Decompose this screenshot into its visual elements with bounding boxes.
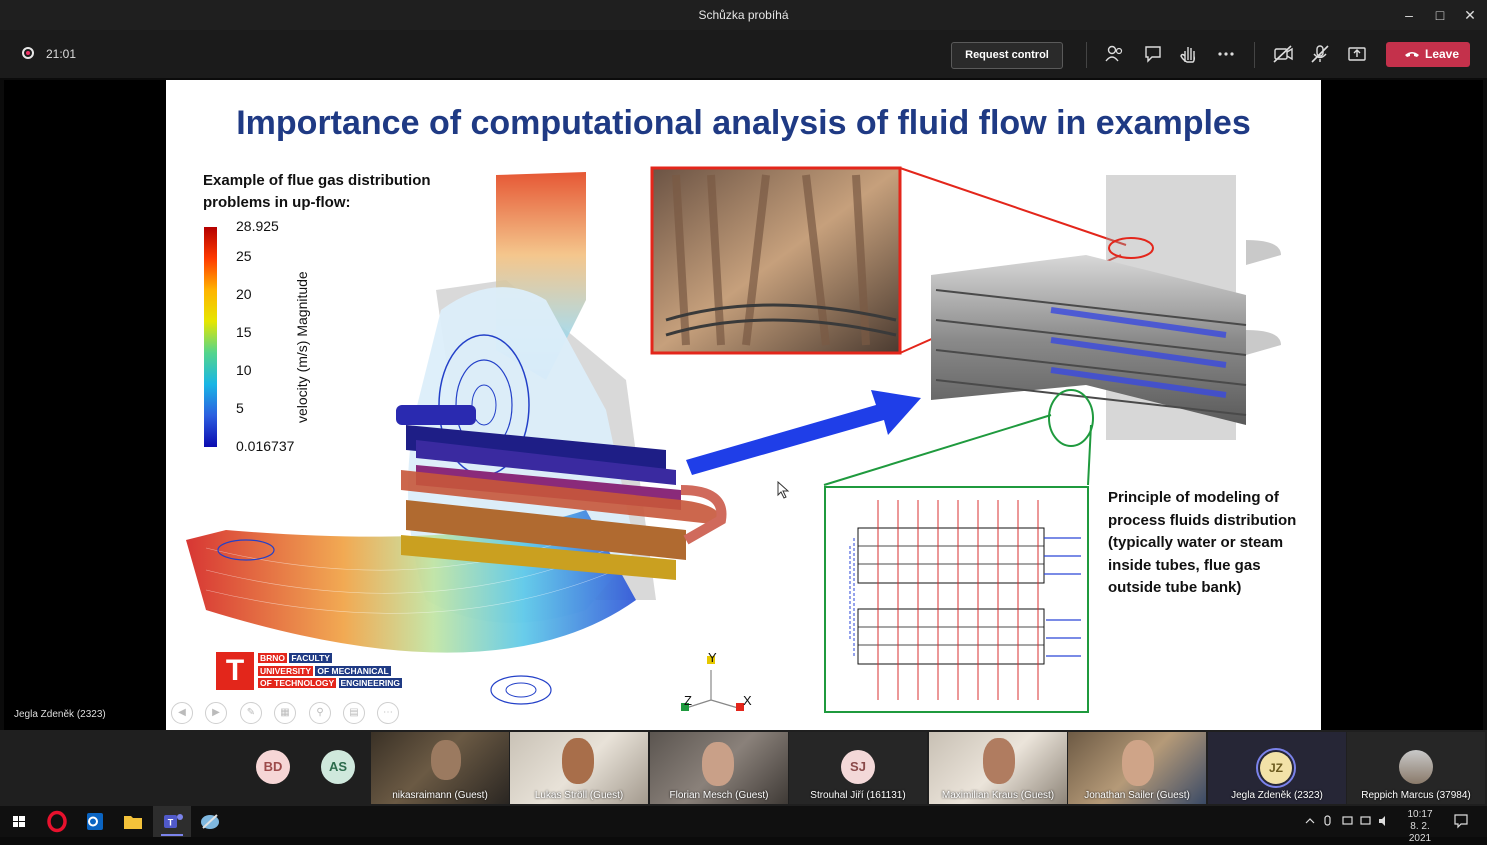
axis-z-label: Z [684, 693, 692, 708]
meeting-timer: 21:01 [46, 47, 77, 61]
paint-icon[interactable] [191, 806, 229, 837]
close-icon[interactable]: ✕ [1458, 4, 1482, 26]
participants-icon[interactable] [1102, 42, 1128, 66]
principle-line: (typically water or steam [1108, 534, 1284, 551]
participant-video-tile[interactable]: Maximilian Kraus (Guest) [929, 732, 1067, 804]
person-silhouette [431, 740, 461, 780]
participant-video-tile[interactable]: nikasraimann (Guest) [371, 732, 509, 804]
windows-start-icon[interactable] [0, 806, 38, 837]
logo-text: BRNO FACULTY UNIVERSITY OF MECHANICAL OF… [258, 653, 403, 689]
university-logo: T BRNO FACULTY UNIVERSITY OF MECHANICAL … [216, 652, 406, 690]
teams-icon[interactable]: T [153, 806, 191, 837]
leave-button[interactable]: Leave [1386, 42, 1470, 67]
slides-view-button[interactable]: ▦ [274, 702, 296, 724]
person-silhouette [1122, 740, 1154, 786]
participant-name: nikasraimann (Guest) [392, 790, 488, 801]
window-title-bar: Schůzka probíhá – □ ✕ [0, 0, 1487, 30]
leave-label: Leave [1425, 47, 1460, 61]
raise-hand-icon[interactable] [1176, 42, 1202, 66]
participant-avatar: SJ [841, 750, 875, 784]
participant-tile[interactable]: Reppich Marcus (37984) [1347, 732, 1485, 804]
principle-line: Principle of modeling of [1108, 489, 1279, 506]
svg-text:T: T [168, 818, 174, 828]
more-options-button[interactable]: ⋯ [377, 702, 399, 724]
principle-line: process fluids distribution [1108, 511, 1297, 529]
camera-off-icon[interactable] [1270, 42, 1296, 66]
participant-name: Maximilian Kraus (Guest) [941, 790, 1055, 801]
participant-video-tile[interactable]: Florian Mesch (Guest) [650, 732, 788, 804]
participant-tile[interactable]: JZ Jegla Zdeněk (2323) [1208, 732, 1346, 804]
taskbar-clock[interactable]: 10:17 8. 2. 2021 [1400, 809, 1440, 845]
participant-video-tile[interactable]: Jonathan Sailer (Guest) [1068, 732, 1206, 804]
share-screen-icon[interactable] [1344, 42, 1370, 66]
system-tray-icons[interactable] [1303, 813, 1393, 829]
axis-x-label: X [743, 693, 752, 708]
meeting-toolbar: 21:01 Request control Leave [0, 30, 1487, 78]
hang-up-icon [1405, 52, 1419, 57]
person-silhouette [702, 742, 734, 786]
person-silhouette [983, 738, 1015, 784]
participant-name: Reppich Marcus (37984) [1361, 790, 1471, 801]
more-icon[interactable] [1213, 42, 1239, 66]
principle-text: Principle of modeling of process fluids … [1108, 487, 1321, 600]
participant-avatar[interactable]: AS [321, 750, 355, 784]
prev-slide-button[interactable]: ◀ [171, 702, 193, 724]
recording-icon [22, 47, 34, 59]
mic-off-icon[interactable] [1307, 42, 1333, 66]
request-control-button[interactable]: Request control [951, 42, 1063, 69]
participant-name: Lukas Ströll (Guest) [534, 790, 624, 801]
logo-t-icon: T [216, 652, 254, 690]
tube-bank-illustration [931, 175, 1281, 447]
next-slide-button[interactable]: ▶ [205, 702, 227, 724]
opera-icon[interactable] [38, 806, 76, 837]
toolbar-divider [1254, 42, 1255, 68]
participant-name: Strouhal Jiří (161131) [810, 790, 906, 801]
participant-video-tile[interactable]: Lukas Ströll (Guest) [510, 732, 648, 804]
participant-name: Jegla Zdeněk (2323) [1231, 790, 1323, 801]
person-silhouette [562, 738, 594, 784]
mouse-cursor-icon [777, 481, 790, 499]
participant-avatar: JZ [1260, 752, 1292, 784]
principle-line: inside tubes, flue gas [1108, 556, 1261, 574]
outlook-icon[interactable] [76, 806, 114, 837]
cfd-streamline-illustration [186, 166, 1281, 713]
minimize-icon[interactable]: – [1397, 4, 1421, 26]
axis-y-label: Y [708, 650, 717, 665]
participant-name: Jonathan Sailer (Guest) [1084, 790, 1190, 801]
presenter-label: Jegla Zdeněk (2323) [14, 709, 106, 720]
clock-date: 8. 2. 2021 [1408, 821, 1432, 844]
zoom-button[interactable]: ⚲ [309, 702, 331, 724]
notifications-icon[interactable] [1452, 812, 1470, 830]
pen-tool-button[interactable]: ✎ [240, 702, 262, 724]
participant-name: Florian Mesch (Guest) [669, 790, 769, 801]
toolbar-divider [1086, 42, 1087, 68]
subtitles-button[interactable]: ▤ [343, 702, 365, 724]
participant-tile[interactable]: SJ Strouhal Jiří (161131) [789, 732, 927, 804]
presentation-slide: Importance of computational analysis of … [166, 80, 1321, 730]
window-title: Schůzka probíhá [698, 8, 789, 22]
chat-icon[interactable] [1140, 42, 1166, 66]
maximize-icon[interactable]: □ [1428, 4, 1452, 26]
file-explorer-icon[interactable] [114, 806, 152, 837]
principle-line: outside tube bank) [1108, 579, 1242, 596]
clock-time: 10:17 [1407, 809, 1433, 820]
participant-avatar[interactable]: BD [256, 750, 290, 784]
participant-photo-avatar [1399, 750, 1433, 784]
